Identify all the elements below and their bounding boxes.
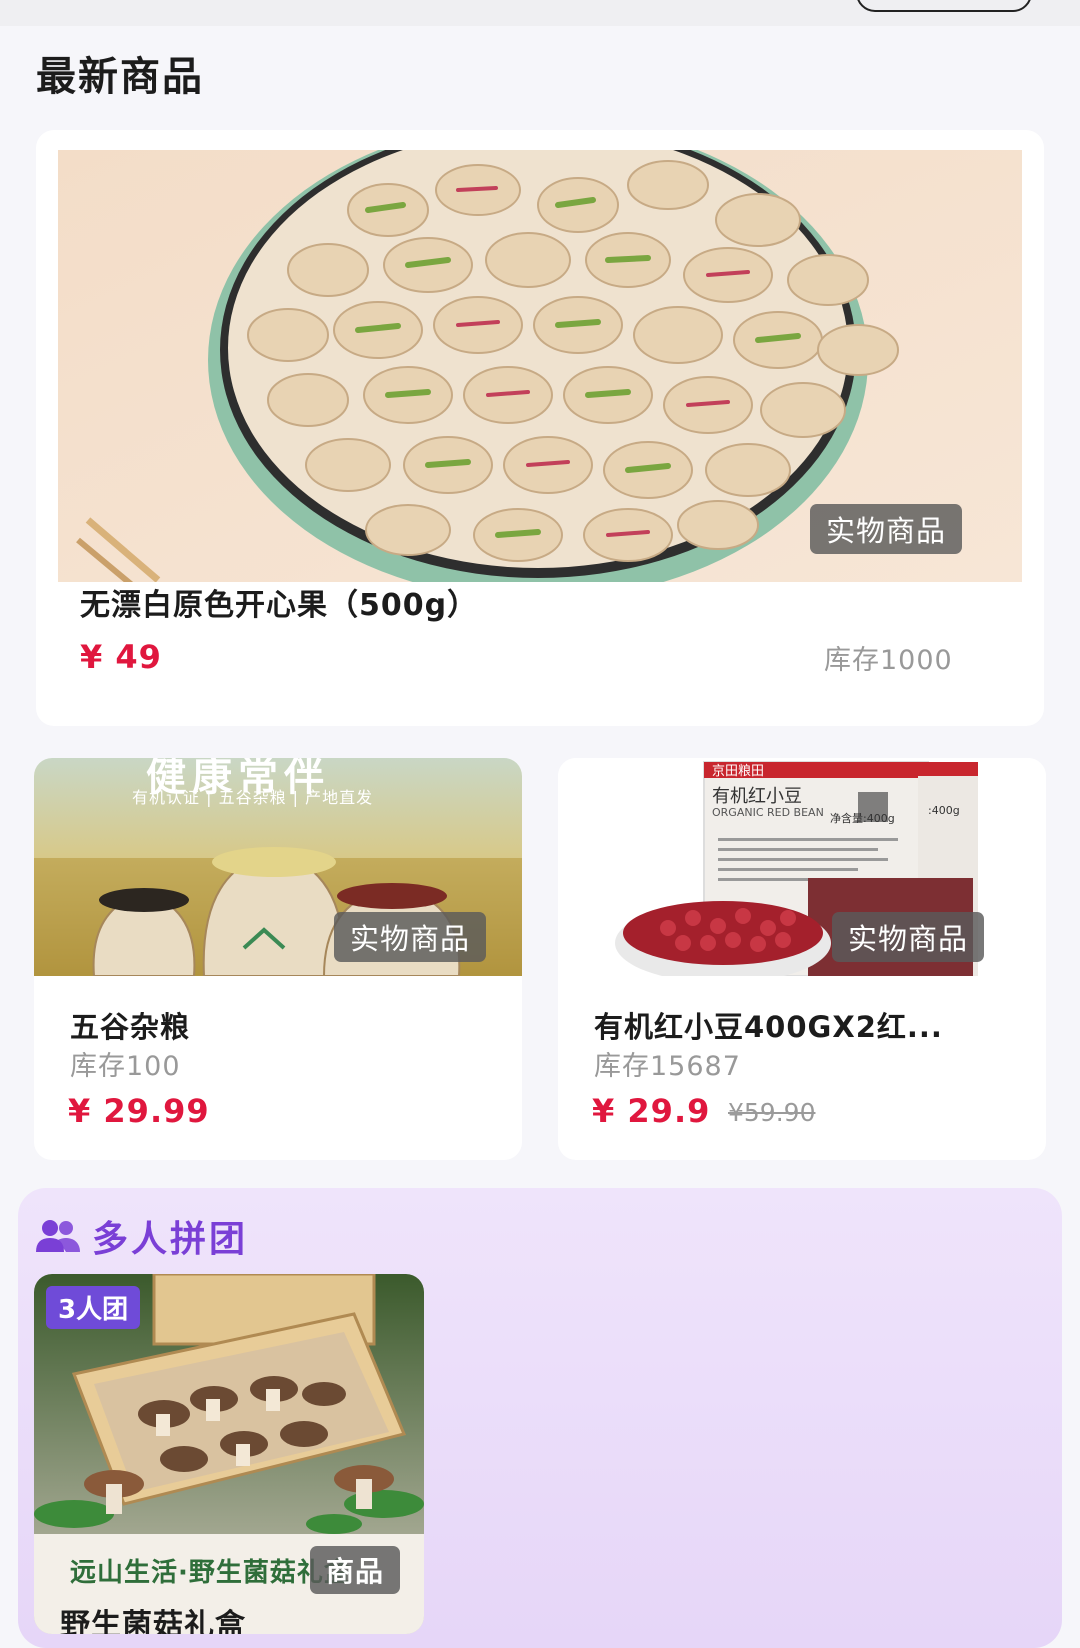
package-brand: 京田粮田 [712, 764, 765, 779]
package-weight: 净含量:400g [830, 812, 895, 825]
product-name: 无漂白原色开心果（500g） [80, 588, 479, 623]
product-card[interactable]: 京田粮田 有机红小豆 ORGANIC RED BEAN 净含量:400g :40… [558, 758, 1046, 1160]
package-weight-2: :400g [928, 804, 960, 817]
product-type-badge: 商品 [310, 1546, 401, 1594]
product-name: 有机红小豆400GX2红... [594, 1010, 943, 1044]
group-users-icon [36, 1220, 80, 1252]
product-card-featured[interactable]: 实物商品 无漂白原色开心果（500g） ¥ 49 库存1000 [36, 130, 1044, 726]
product-card[interactable]: 健康常伴 有机认证 | 五谷杂粮 | 产地直发 实物商品 五谷杂粮 库存100 … [34, 758, 522, 1160]
product-name: 五谷杂粮 [70, 1010, 191, 1044]
status-bar [0, 0, 1080, 26]
gift-box-overlay-text: 远山生活·野生菌菇礼盒 [70, 1558, 351, 1588]
package-subtitle: ORGANIC RED BEAN [712, 806, 824, 819]
product-price: ¥ 49 [80, 638, 162, 676]
product-type-badge: 实物商品 [832, 912, 985, 962]
product-stock: 库存15687 [594, 1051, 741, 1082]
product-price: ¥ 29.9 [592, 1092, 711, 1130]
product-price: ¥ 29.99 [68, 1092, 210, 1130]
product-name: 野生菌菇礼盒 [60, 1608, 246, 1634]
package-title: 有机红小豆 [712, 786, 802, 807]
product-stock: 库存100 [70, 1051, 181, 1082]
product-type-badge: 实物商品 [334, 912, 487, 962]
team-size-badge: 3人团 [46, 1286, 141, 1329]
banner-tags: 有机认证 | 五谷杂粮 | 产地直发 [132, 788, 374, 807]
product-type-badge: 实物商品 [810, 504, 963, 554]
group-buy-title: 多人拼团 [92, 1219, 249, 1260]
section-title: 最新商品 [36, 54, 204, 100]
original-price: ¥59.90 [728, 1098, 816, 1127]
top-pill-button[interactable] [856, 0, 1032, 12]
product-stock: 库存1000 [824, 645, 953, 676]
